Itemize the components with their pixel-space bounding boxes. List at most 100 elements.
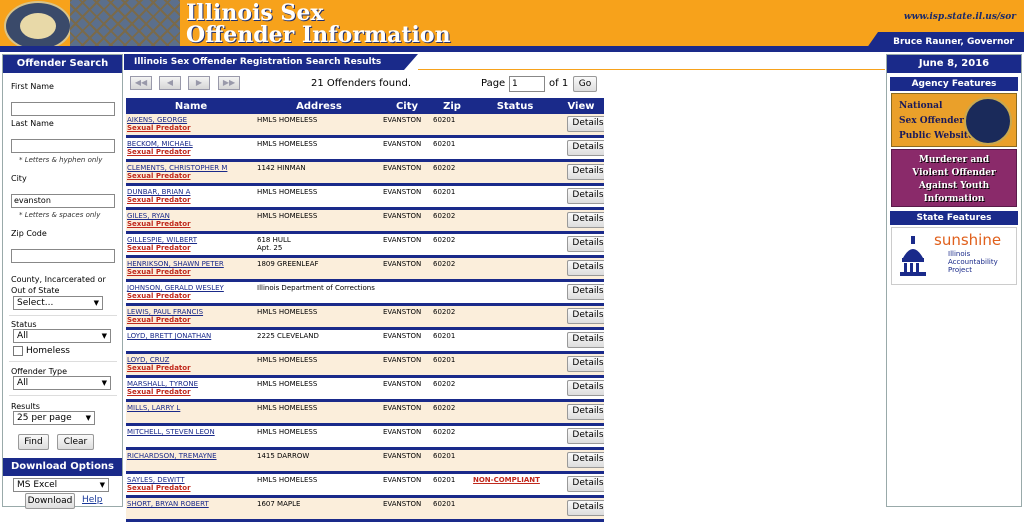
murderer-violent-offender-banner[interactable]: Murderer and Violent Offender Against Yo… — [891, 149, 1017, 207]
offender-name-link[interactable]: JOHNSON, GERALD WESLEY — [127, 284, 255, 292]
city-input[interactable]: evanston — [11, 194, 115, 208]
column-header-zip[interactable]: Zip — [432, 98, 472, 114]
details-button[interactable]: Details — [567, 452, 604, 468]
details-button[interactable]: Details — [567, 476, 604, 492]
status-cell — [472, 208, 558, 233]
column-header-status[interactable]: Status — [472, 98, 558, 114]
details-button[interactable]: Details — [567, 404, 604, 420]
address-cell: HMLS HOMELESS — [256, 400, 382, 425]
offender-name-link[interactable]: MITCHELL, STEVEN LEON — [127, 428, 255, 436]
last-page-icon[interactable]: ▶▶ — [218, 76, 240, 90]
name-cell: BECKOM, MICHAEL Sexual Predator — [126, 136, 256, 161]
city-cell: EVANSTON — [382, 160, 432, 185]
offender-name-link[interactable]: SAYLES, DEWITT — [127, 476, 255, 484]
details-button[interactable]: Details — [567, 260, 604, 276]
column-header-name[interactable]: Name — [126, 98, 256, 114]
details-button[interactable]: Details — [567, 164, 604, 180]
offenders-found-count: 21 Offenders found. — [311, 78, 411, 89]
last-name-input[interactable] — [11, 139, 115, 153]
find-button[interactable]: Find — [18, 434, 49, 450]
view-cell: Details — [558, 184, 604, 209]
column-header-address[interactable]: Address — [256, 98, 382, 114]
offender-name-link[interactable]: CLEMENTS, CHRISTOPHER M — [127, 164, 255, 172]
view-cell: Details — [558, 448, 604, 473]
details-button[interactable]: Details — [567, 308, 604, 324]
next-page-icon[interactable]: ▶ — [188, 76, 210, 90]
sunshine-banner[interactable]: sunshine Illinois Accountability Project — [891, 227, 1017, 285]
status-select-value: All — [17, 331, 29, 341]
site-title-line1: Illinois Sex — [186, 0, 324, 26]
details-button[interactable]: Details — [567, 380, 604, 396]
go-button[interactable]: Go — [573, 76, 597, 92]
offender-name-link[interactable]: DUNBAR, BRIAN A — [127, 188, 255, 196]
page-number-input[interactable]: 1 — [509, 76, 545, 92]
offender-name-link[interactable]: BECKOM, MICHAEL — [127, 140, 255, 148]
homeless-checkbox[interactable] — [13, 346, 23, 356]
site-header: Illinois Sex Offender Information www.is… — [0, 0, 1024, 52]
details-button[interactable]: Details — [567, 500, 604, 516]
governor-label: Bruce Rauner, Governor — [864, 32, 1024, 52]
offender-name-link[interactable]: MARSHALL, TYRONE — [127, 380, 255, 388]
results-per-page-select[interactable]: 25 per page ▼ — [13, 411, 95, 425]
search-panel-title: Offender Search — [3, 55, 122, 73]
county-select[interactable]: Select... ▼ — [13, 296, 103, 310]
first-name-label: First Name — [11, 82, 54, 91]
details-button[interactable]: Details — [567, 428, 604, 444]
offender-name-link[interactable]: LOYD, BRETT JONATHAN — [127, 332, 255, 340]
clear-button[interactable]: Clear — [57, 434, 94, 450]
first-name-input[interactable] — [11, 102, 115, 116]
offender-name-link[interactable]: MILLS, LARRY L — [127, 404, 255, 412]
first-page-icon[interactable]: ◀◀ — [130, 76, 152, 90]
address-line2: Apt. 25 — [257, 244, 283, 252]
details-button[interactable]: Details — [567, 116, 604, 132]
nsopw-banner[interactable]: National Sex Offender Public Website — [891, 93, 1017, 147]
help-link[interactable]: Help — [82, 495, 103, 505]
status-cell — [472, 400, 558, 425]
offender-name-link[interactable]: LOYD, CRUZ — [127, 356, 255, 364]
zip-code-input[interactable] — [11, 249, 115, 263]
city-hint: * Letters & spaces only — [19, 211, 101, 219]
view-cell: Details — [558, 208, 604, 233]
table-row: AIKENS, GEORGE Sexual Predator HMLS HOMELE… — [126, 114, 604, 137]
zip-cell: 60201 — [432, 472, 472, 497]
county-label-line2: Out of State — [11, 286, 60, 295]
murderer-line4: Information — [923, 194, 985, 204]
capitol-dome-icon — [900, 236, 926, 276]
table-row: GILLESPIE, WILBERT Sexual Predator 618 HUL… — [126, 232, 604, 257]
homeless-label: Homeless — [26, 346, 70, 356]
details-button[interactable]: Details — [567, 188, 604, 204]
address-cell: 2225 CLEVELAND — [256, 328, 382, 353]
site-url[interactable]: www.isp.state.il.us/sor — [904, 12, 1016, 22]
offender-type-select[interactable]: All ▼ — [13, 376, 111, 390]
status-select[interactable]: All ▼ — [13, 329, 111, 343]
offender-name-link[interactable]: AIKENS, GEORGE — [127, 116, 255, 124]
download-format-select[interactable]: MS Excel ▼ — [13, 478, 109, 492]
details-button[interactable]: Details — [567, 212, 604, 228]
offender-name-link[interactable]: LEWIS, PAUL FRANCIS — [127, 308, 255, 316]
details-button[interactable]: Details — [567, 284, 604, 300]
column-header-city[interactable]: City — [382, 98, 432, 114]
offender-name-link[interactable]: GILES, RYAN — [127, 212, 255, 220]
download-format-value: MS Excel — [17, 480, 58, 490]
sunshine-title: sunshine — [934, 231, 1002, 249]
details-button[interactable]: Details — [567, 236, 604, 252]
zip-cell: 60202 — [432, 424, 472, 449]
status-cell — [472, 280, 558, 305]
details-button[interactable]: Details — [567, 140, 604, 156]
sexual-predator-label: Sexual Predator — [127, 220, 191, 228]
city-cell: EVANSTON — [382, 114, 432, 137]
prev-page-icon[interactable]: ◀ — [159, 76, 181, 90]
offender-name-link[interactable]: HENRIKSON, SHAWN PETER — [127, 260, 255, 268]
details-button[interactable]: Details — [567, 356, 604, 372]
status-cell — [472, 304, 558, 329]
department-of-justice-seal-icon — [964, 97, 1012, 145]
address-line1: Illinois Department of Corrections — [257, 284, 375, 292]
zip-cell: 60202 — [432, 304, 472, 329]
offender-name-link[interactable]: RICHARDSON, TREMAYNE — [127, 452, 255, 460]
status-cell — [472, 160, 558, 185]
details-button[interactable]: Details — [567, 332, 604, 348]
table-row: BECKOM, MICHAEL Sexual Predator HMLS HOMEL… — [126, 136, 604, 161]
sunshine-sub1: Illinois — [948, 250, 971, 258]
offender-name-link[interactable]: GILLESPIE, WILBERT — [127, 236, 255, 244]
chevron-down-icon: ▼ — [101, 332, 107, 340]
